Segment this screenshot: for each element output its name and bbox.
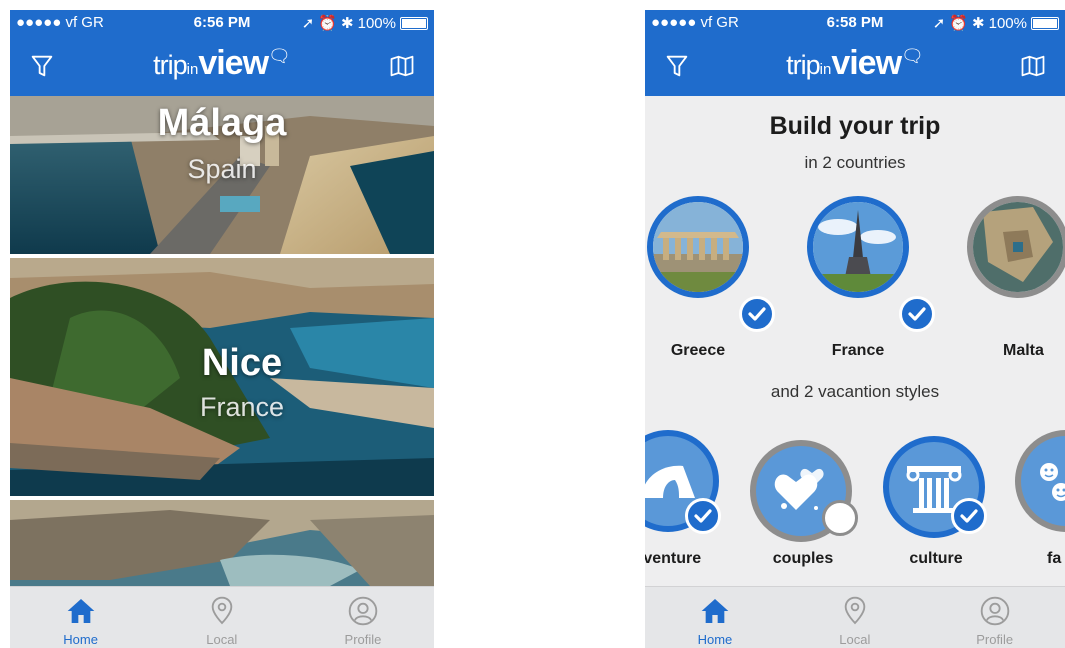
battery-percent: 100% <box>357 14 396 32</box>
bluetooth-icon: ✱ <box>972 15 985 32</box>
location-arrow-icon: ➚ <box>301 15 315 32</box>
style-label: lventure <box>645 550 702 567</box>
selected-check-icon <box>951 498 987 534</box>
destination-country: France <box>199 392 285 422</box>
tab-label: Home <box>63 632 98 647</box>
tab-home[interactable]: Home <box>10 587 151 648</box>
logo-trip: trip <box>153 50 188 80</box>
greece-photo <box>653 202 743 292</box>
logo-in: in <box>186 61 199 78</box>
country-label: Greece <box>670 342 726 359</box>
tripinview-logo: tripinview🗨 <box>10 44 434 83</box>
destination-city: Málaga <box>157 102 287 144</box>
cliff-photo <box>10 500 434 586</box>
logo-trip: trip <box>786 50 821 80</box>
style-family[interactable] <box>1015 430 1065 532</box>
tab-profile[interactable]: Profile <box>292 587 433 648</box>
status-right: ➚ ⏰ ✱ 100% <box>302 14 428 32</box>
build-trip-screen: ●●●●● vf GR 6:58 PM ➚ ⏰ ✱ 100% tripinvie… <box>645 10 1065 648</box>
logo-view: view <box>831 44 902 82</box>
status-right: ➚ ⏰ ✱ 100% <box>933 14 1059 32</box>
home-icon <box>67 599 94 623</box>
country-malta[interactable] <box>967 196 1065 298</box>
battery-icon <box>1031 16 1059 30</box>
location-pin-icon <box>844 596 866 625</box>
country-label: Malta <box>1003 342 1044 359</box>
countries-subtitle: in 2 countries <box>804 153 906 172</box>
selected-check-icon <box>739 296 775 332</box>
map-icon[interactable] <box>388 52 416 80</box>
profile-icon <box>980 596 1009 626</box>
tab-local[interactable]: Local <box>151 587 292 648</box>
tab-label: Local <box>839 632 871 647</box>
battery-percent: 100% <box>988 14 1027 32</box>
speech-bubble-icon: 🗨 <box>901 46 924 66</box>
destination-card-nice[interactable]: Nice France <box>10 258 434 496</box>
location-arrow-icon: ➚ <box>932 15 946 32</box>
unselected-check-icon <box>822 500 858 536</box>
page-title: Build your trip <box>769 112 941 140</box>
style-label: fa <box>1047 550 1062 567</box>
tab-label: Home <box>697 632 733 647</box>
style-label: couples <box>772 550 834 567</box>
france-photo <box>813 202 903 292</box>
logo-view: view <box>198 44 269 82</box>
status-bar: ●●●●● vf GR 6:58 PM ➚ ⏰ ✱ 100% <box>645 10 1065 36</box>
malta-photo <box>973 202 1063 292</box>
style-label: culture <box>909 550 963 567</box>
destination-card[interactable] <box>10 500 434 586</box>
tab-label: Profile <box>976 632 1014 647</box>
tab-local[interactable]: Local <box>785 587 925 648</box>
destination-country: Spain <box>187 154 257 184</box>
bluetooth-icon: ✱ <box>341 15 354 32</box>
tab-profile[interactable]: Profile <box>925 587 1065 648</box>
tab-label: Profile <box>344 632 382 647</box>
destination-card-malaga[interactable]: Málaga Spain <box>10 96 434 254</box>
tab-bar: Home Local Profile <box>645 586 1065 648</box>
country-label: France <box>831 342 885 359</box>
alarm-icon: ⏰ <box>318 15 338 32</box>
selected-check-icon <box>899 296 935 332</box>
logo-in: in <box>819 61 832 78</box>
tab-home[interactable]: Home <box>645 587 785 648</box>
nav-bar: tripinview🗨 <box>10 36 434 96</box>
country-france[interactable] <box>807 196 909 298</box>
smiley-faces-icon <box>1040 463 1065 501</box>
alarm-icon: ⏰ <box>949 15 969 32</box>
status-bar: ●●●●● vf GR 6:56 PM ➚ ⏰ ✱ 100% <box>10 10 434 36</box>
battery-icon <box>400 16 428 30</box>
tripinview-logo: tripinview🗨 <box>645 44 1065 83</box>
destinations-screen: ●●●●● vf GR 6:56 PM ➚ ⏰ ✱ 100% tripinvie… <box>10 10 434 648</box>
selected-check-icon <box>685 498 721 534</box>
styles-subtitle: and 2 vacantion styles <box>770 382 940 401</box>
profile-icon <box>348 596 378 626</box>
tab-bar: Home Local Profile <box>10 586 434 648</box>
home-icon <box>701 599 729 623</box>
map-icon[interactable] <box>1019 52 1047 80</box>
speech-bubble-icon: 🗨 <box>268 46 291 66</box>
country-greece[interactable] <box>647 196 749 298</box>
nav-bar: tripinview🗨 <box>645 36 1065 96</box>
location-pin-icon <box>211 596 233 625</box>
tab-label: Local <box>206 632 238 647</box>
destination-city: Nice <box>201 342 283 384</box>
